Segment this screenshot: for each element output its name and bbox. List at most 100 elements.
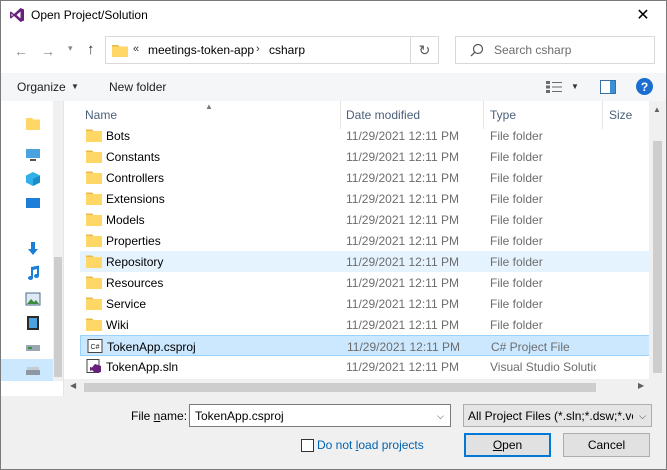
file-row[interactable]: Wiki 11/29/2021 12:11 PM File folder [80,314,652,335]
file-type-chevron-down-icon[interactable]: ⌵ [639,411,646,422]
file-type: File folder [490,192,543,206]
pictures-icon[interactable] [25,291,41,307]
dialog-footer: File name: TokenApp.csproj ⌵ All Project… [1,396,666,469]
close-button[interactable]: ✕ [620,1,666,29]
change-view-icon[interactable] [546,81,562,93]
folder-icon [86,297,102,310]
recent-locations-chevron-icon[interactable]: ▾ [68,43,73,54]
cancel-button[interactable]: Cancel [563,433,650,457]
file-type: Visual Studio Solution [490,360,596,374]
file-row[interactable]: Resources 11/29/2021 12:11 PM File folder [80,272,652,293]
file-name: Bots [106,129,131,143]
file-row[interactable]: TokenApp.sln 11/29/2021 12:11 PM Visual St… [80,356,652,377]
folder-icon [112,45,128,57]
file-name-label: File name: [131,409,187,423]
file-row[interactable]: Bots 11/29/2021 12:11 PM File folder [80,125,652,146]
file-type: File folder [490,255,543,269]
horizontal-scrollbar-thumb[interactable] [84,383,596,392]
folder-icon [86,192,102,205]
folder-icon [86,255,102,268]
file-name-value[interactable]: TokenApp.csproj [195,409,284,423]
refresh-button[interactable]: ↻ [410,37,438,63]
view-options-chevron-down-icon[interactable]: ▼ [571,82,579,91]
new-folder-button[interactable]: New folder [109,80,166,94]
search-placeholder: Search csharp [494,43,572,57]
breadcrumb-overflow-icon[interactable]: « [133,43,139,55]
file-date-modified: 11/29/2021 12:11 PM [346,150,459,164]
file-type: File folder [490,276,543,290]
file-type-value[interactable]: All Project Files (*.sln;*.dsw;*.vcxproj… [468,409,633,423]
content-area: ▲ Name Date modified Type Size Bots 11/29… [1,101,666,396]
breadcrumb-separator-icon[interactable]: › [256,43,260,55]
folder-icon [86,318,102,331]
open-button[interactable]: Open [464,433,551,457]
3d-objects-icon[interactable] [25,171,41,187]
file-row[interactable]: Extensions 11/29/2021 12:11 PM File folder [80,188,652,209]
local-disk-icon[interactable] [25,362,41,378]
file-row[interactable]: C# TokenApp.csproj 11/29/2021 12:11 PM C# P… [80,335,652,356]
vertical-scrollbar-thumb[interactable] [653,141,662,373]
folder-icon [86,171,102,184]
organize-chevron-down-icon[interactable]: ▼ [71,82,79,91]
file-date-modified: 11/29/2021 12:11 PM [346,129,459,143]
file-row[interactable]: Models 11/29/2021 12:11 PM File folder [80,209,652,230]
file-type: File folder [490,129,543,143]
desktop-icon[interactable] [25,195,41,211]
file-row[interactable]: Controllers 11/29/2021 12:11 PM File folde… [80,167,652,188]
file-name-combobox[interactable]: TokenApp.csproj ⌵ [189,404,451,427]
folder-icon [86,150,102,163]
file-row[interactable]: Constants 11/29/2021 12:11 PM File folder [80,146,652,167]
open-label-accelerator: O [492,438,503,452]
breadcrumb-item-csharp[interactable]: csharp [269,43,305,57]
file-row[interactable]: Repository 11/29/2021 12:11 PM File folder [80,251,652,272]
file-row[interactable]: Service 11/29/2021 12:11 PM File folder [80,293,652,314]
scroll-right-arrow-icon[interactable]: ▶ [638,381,644,390]
refresh-icon: ↻ [418,41,431,58]
search-input[interactable]: Search csharp [455,36,655,64]
visual-studio-solution-icon [86,359,101,373]
preview-pane-icon[interactable] [600,80,616,94]
help-icon[interactable]: ? [636,78,653,95]
file-name-chevron-down-icon[interactable]: ⌵ [437,411,444,422]
do-not-load-projects-checkbox[interactable] [301,439,314,452]
file-name: Properties [106,234,161,248]
videos-icon[interactable] [25,315,41,331]
file-name: TokenApp.csproj [107,340,196,354]
file-name: Controllers [106,171,165,185]
navigation-pane-scrollbar-thumb[interactable] [54,257,62,377]
up-arrow-icon[interactable]: ↑ [87,41,95,58]
downloads-icon[interactable] [25,241,41,257]
scroll-left-arrow-icon[interactable]: ◀ [70,381,76,390]
back-arrow-icon[interactable]: ← [14,43,28,59]
close-icon: ✕ [636,7,650,24]
file-name-label-text-end: ame: [160,409,188,423]
file-type: File folder [490,150,543,164]
file-type: File folder [490,318,543,332]
address-bar[interactable]: « meetings-token-app › csharp ↻ [105,36,439,64]
folder-icon [86,234,102,247]
file-name: Extensions [106,192,165,206]
folder-icon [86,129,102,142]
file-date-modified: 11/29/2021 12:11 PM [346,276,459,290]
file-name: TokenApp.sln [106,360,179,374]
file-date-modified: 11/29/2021 12:11 PM [346,318,459,332]
checkbox-label-text-end: oad projects [358,438,424,452]
network-drive-icon[interactable] [25,339,41,355]
quick-access-icon[interactable] [25,115,41,131]
file-name: Models [106,213,145,227]
do-not-load-projects-label[interactable]: Do not load projects [317,438,424,452]
file-name: Service [106,297,147,311]
breadcrumb-item-meetings-token-app[interactable]: meetings-token-app [148,43,254,57]
organize-button[interactable]: Organize [17,80,66,94]
this-pc-icon[interactable] [25,147,41,163]
file-row[interactable]: Properties 11/29/2021 12:11 PM File folder [80,230,652,251]
file-type-select[interactable]: All Project Files (*.sln;*.dsw;*.vcxproj… [463,404,652,427]
music-icon[interactable] [25,265,41,281]
folder-icon [86,213,102,226]
scroll-up-arrow-icon[interactable]: ▲ [653,105,661,114]
search-icon [470,43,484,57]
file-type: File folder [490,297,543,311]
forward-arrow-icon[interactable]: → [41,43,55,59]
visual-studio-logo-icon [10,8,24,22]
svg-text:C#: C# [91,344,100,351]
